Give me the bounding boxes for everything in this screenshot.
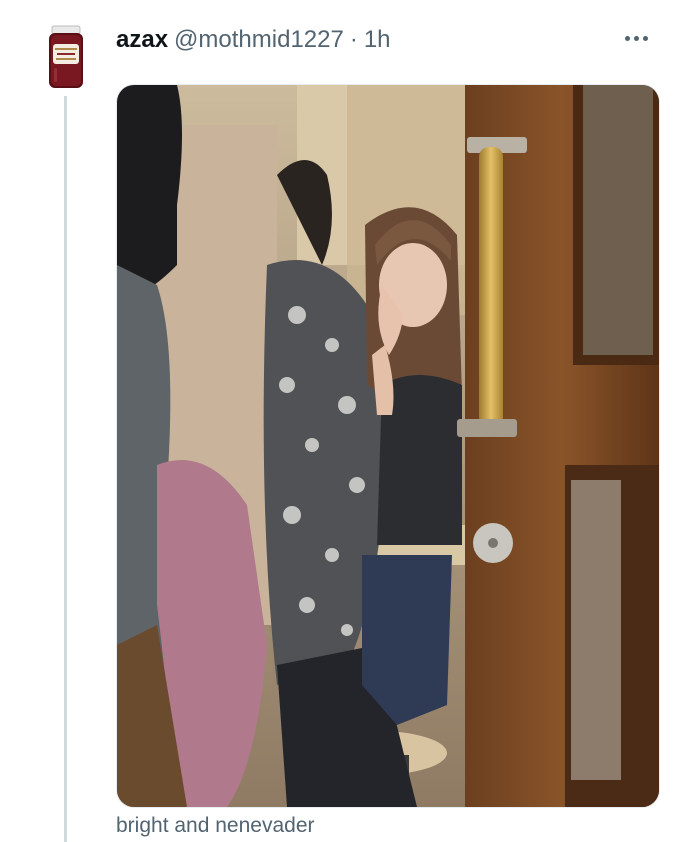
thread-line [64,96,67,842]
jam-jar-avatar-icon [49,25,83,88]
tweet-photo[interactable] [116,84,660,808]
display-name[interactable]: azax [116,26,168,54]
avatar[interactable] [42,24,90,92]
tweet-caption: bright and nenevader [116,814,315,837]
timestamp[interactable]: 1h [364,26,391,54]
user-handle[interactable]: @mothmid1227 [174,26,344,54]
more-options-button[interactable] [618,24,654,52]
photo-cafe-scene [117,85,659,807]
separator-dot: · [349,26,358,53]
more-horizontal-icon [624,35,630,41]
tweet-header: azax @mothmid1227 · 1h [116,22,660,58]
